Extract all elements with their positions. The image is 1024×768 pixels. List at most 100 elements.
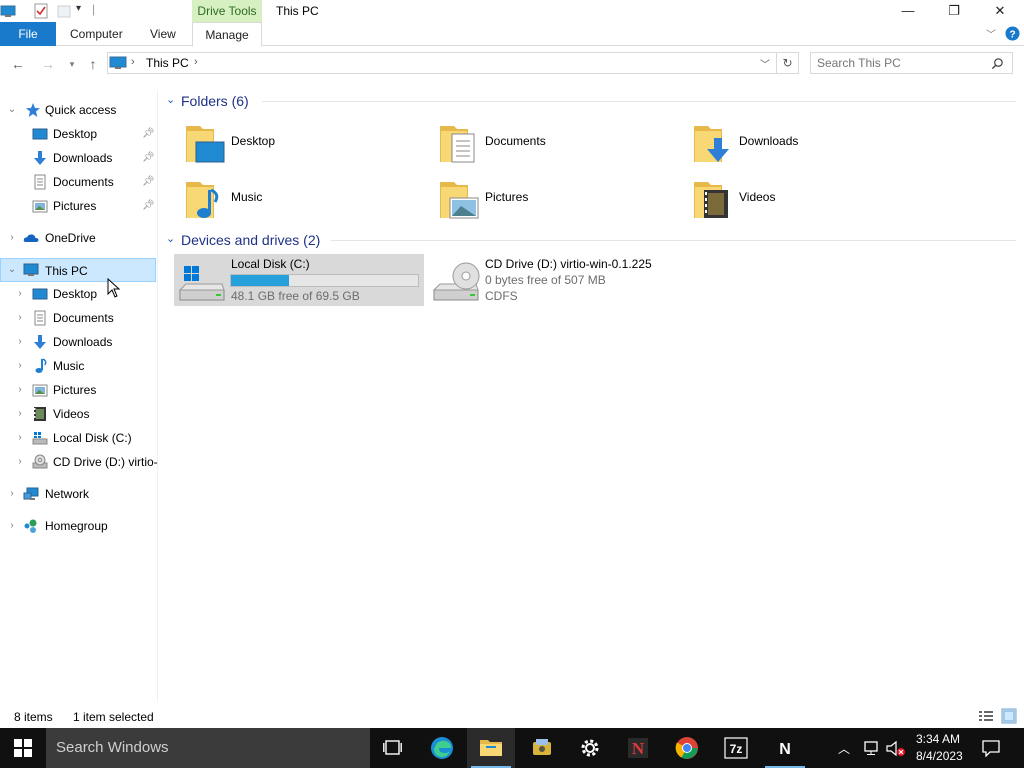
folder-item-music[interactable]: Music [184, 174, 424, 222]
search-box[interactable] [810, 52, 1013, 74]
devices-group-header[interactable]: ⌄ Devices and drives (2) [166, 230, 1016, 250]
expand-chevron-icon[interactable]: › [6, 515, 18, 537]
pin-icon[interactable]: 📌︎ [142, 195, 155, 217]
minimize-button[interactable]: — [885, 0, 931, 22]
expand-chevron-icon[interactable]: › [14, 379, 26, 401]
chrome-browser-icon[interactable] [663, 728, 711, 768]
nav-item-downloads[interactable]: › Downloads [0, 331, 156, 353]
nav-item-quick-access[interactable]: ⌄ Quick access [0, 99, 156, 121]
pin-icon[interactable]: 📌︎ [142, 147, 155, 169]
maximize-button[interactable]: ❐ [931, 0, 977, 22]
expand-chevron-icon[interactable]: › [14, 403, 26, 425]
nav-item-cd-drive[interactable]: › CD Drive (D:) virtio- [0, 451, 158, 473]
nav-item-this-pc[interactable]: ⌄ This PC [0, 258, 156, 282]
expand-chevron-icon[interactable]: › [14, 307, 26, 329]
tab-file[interactable]: File [0, 22, 56, 46]
this-pc-small-icon[interactable] [0, 3, 16, 19]
collapse-chevron-icon[interactable]: ⌄ [6, 259, 18, 281]
show-hidden-icons-chevron-icon[interactable]: ︿ [838, 740, 850, 757]
taskbar: Search Windows N 7z N ︿ 3:34 AM 8/4/2023 [0, 728, 1024, 768]
nav-item-documents[interactable]: Documents 📌︎ [0, 171, 156, 193]
nav-item-desktop[interactable]: Desktop 📌︎ [0, 123, 156, 145]
folder-item-downloads[interactable]: Downloads [692, 118, 932, 166]
nav-item-music[interactable]: › Music [0, 355, 156, 377]
edge-browser-icon[interactable] [418, 728, 466, 768]
folder-item-desktop[interactable]: Desktop [184, 118, 424, 166]
address-dropdown-icon[interactable]: ﹀ [760, 56, 770, 71]
up-arrow-icon[interactable]: ↑ [83, 54, 103, 74]
recent-locations-chevron-icon[interactable]: ▾ [62, 54, 82, 74]
expand-chevron-icon[interactable]: › [14, 355, 26, 377]
nav-item-onedrive[interactable]: › OneDrive [0, 227, 156, 249]
task-view-icon[interactable] [368, 728, 416, 768]
collapse-chevron-icon[interactable]: ⌄ [166, 232, 175, 245]
forward-arrow-icon[interactable]: → [38, 54, 58, 74]
folders-group-header[interactable]: ⌄ Folders (6) [166, 91, 1016, 111]
drive-item-local-disk[interactable]: Local Disk (C:) 48.1 GB free of 69.5 GB [174, 254, 424, 306]
clock-date[interactable]: 8/4/2023 [916, 749, 963, 763]
large-icons-view-icon[interactable] [1001, 708, 1017, 724]
clock-time[interactable]: 3:34 AM [916, 732, 960, 746]
n-app-icon[interactable]: N [761, 728, 809, 768]
nav-item-documents[interactable]: › Documents [0, 307, 156, 329]
group-divider [262, 101, 1016, 102]
notifications-icon[interactable] [982, 739, 1000, 757]
collapse-chevron-icon[interactable]: ⌄ [6, 99, 18, 121]
help-icon[interactable]: ? [1005, 26, 1020, 41]
pictures-icon [32, 200, 48, 213]
folder-item-pictures[interactable]: Pictures [438, 174, 678, 222]
expand-chevron-icon[interactable]: › [6, 227, 18, 249]
nav-item-videos[interactable]: › Videos [0, 403, 156, 425]
documents-icon [34, 310, 46, 326]
breadcrumb-separator-icon[interactable]: › [131, 56, 135, 68]
breadcrumb-this-pc[interactable]: This PC [146, 56, 189, 70]
new-folder-icon[interactable] [56, 3, 72, 19]
pin-icon[interactable]: 📌︎ [142, 123, 155, 145]
expand-chevron-icon[interactable]: › [14, 283, 26, 305]
address-bar[interactable]: › This PC › ﹀ [107, 52, 777, 74]
refresh-icon[interactable]: ↻ [777, 52, 799, 74]
expand-chevron-icon[interactable]: › [14, 451, 26, 473]
nav-item-local-disk[interactable]: › Local Disk (C:) [0, 427, 156, 449]
pinned-app-icon[interactable] [518, 728, 566, 768]
expand-chevron-icon[interactable]: › [14, 427, 26, 449]
nav-item-homegroup[interactable]: › Homegroup [0, 515, 156, 537]
properties-icon[interactable] [33, 3, 49, 19]
nav-item-downloads[interactable]: Downloads 📌︎ [0, 147, 156, 169]
volume-muted-icon[interactable] [886, 740, 906, 757]
desktop-folder-icon [186, 126, 225, 163]
nav-item-pictures[interactable]: Pictures 📌︎ [0, 195, 156, 217]
downloads-icon [34, 151, 46, 165]
notepad-plus-plus-icon[interactable]: N [614, 728, 662, 768]
collapse-chevron-icon[interactable]: ⌄ [166, 93, 175, 106]
expand-ribbon-chevron-icon[interactable]: ﹀ [986, 26, 996, 41]
folder-item-videos[interactable]: Videos [692, 174, 932, 222]
drive-item-cd-drive[interactable]: CD Drive (D:) virtio-win-0.1.225 0 bytes… [428, 254, 678, 306]
nav-item-pictures[interactable]: › Pictures [0, 379, 156, 401]
expand-chevron-icon[interactable]: › [14, 331, 26, 353]
tab-view[interactable]: View [150, 22, 176, 46]
search-input[interactable] [817, 55, 987, 71]
music-icon [35, 358, 47, 373]
local-disk-icon [32, 432, 48, 445]
nav-item-network[interactable]: › Network [0, 483, 156, 505]
tab-manage[interactable]: Manage [192, 22, 262, 47]
customize-qat-chevron-icon[interactable]: ▾ [76, 3, 81, 14]
back-arrow-icon[interactable]: ← [8, 54, 28, 74]
seven-zip-icon[interactable]: 7z [712, 728, 760, 768]
file-explorer-icon[interactable] [467, 728, 515, 768]
settings-gear-icon[interactable] [566, 728, 614, 768]
folder-item-documents[interactable]: Documents [438, 118, 678, 166]
tab-computer[interactable]: Computer [70, 22, 123, 46]
details-view-icon[interactable] [978, 709, 994, 723]
close-button[interactable]: ✕ [977, 0, 1023, 22]
network-tray-icon[interactable] [862, 741, 880, 756]
qat-divider: | [92, 2, 96, 16]
pin-icon[interactable]: 📌︎ [142, 171, 155, 193]
nav-item-desktop[interactable]: › Desktop [0, 283, 156, 305]
windows-start-icon[interactable] [14, 739, 32, 757]
taskbar-search-box[interactable]: Search Windows [46, 728, 370, 768]
expand-chevron-icon[interactable]: › [6, 483, 18, 505]
navigation-pane: ⌄ Quick access Desktop 📌︎ Downloads 📌︎ D… [0, 90, 158, 702]
breadcrumb-separator-icon[interactable]: › [194, 56, 198, 68]
